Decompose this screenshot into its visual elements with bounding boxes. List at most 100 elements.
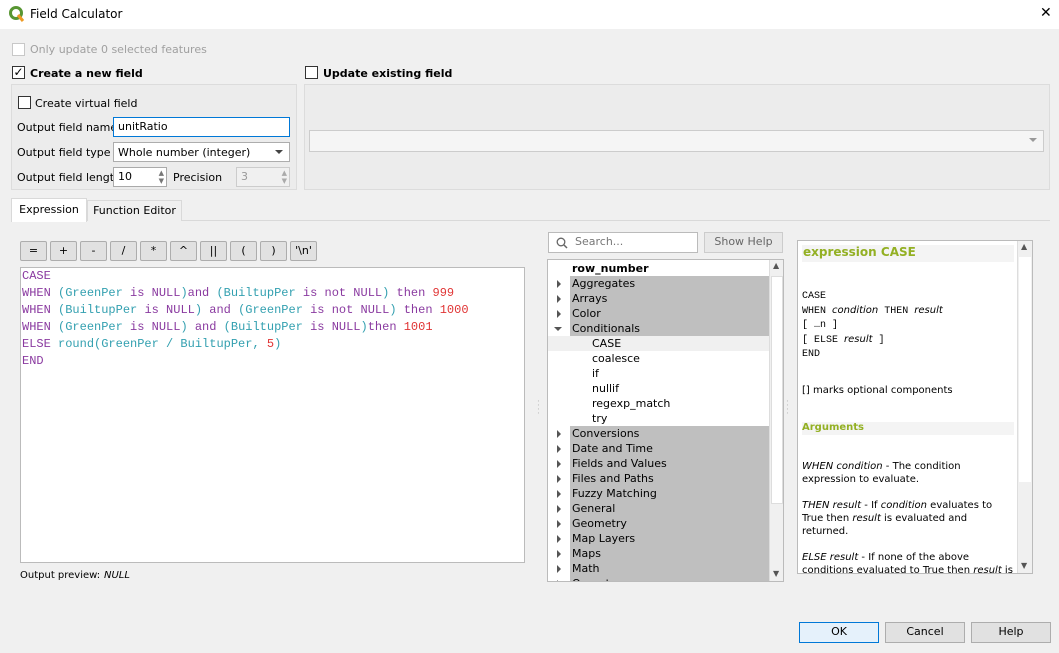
tree-group[interactable]: Aggregates [557,276,769,291]
tree-group[interactable]: Fields and Values [557,456,769,471]
chevron-right-icon[interactable] [557,505,561,513]
operator-button[interactable]: ) [260,241,287,261]
ok-button[interactable]: OK [799,622,879,643]
tree-group[interactable]: Fuzzy Matching [557,486,769,501]
help-scrollbar[interactable]: ▲ ▼ [1017,241,1032,573]
update-existing-checkbox[interactable] [305,66,318,79]
code-token: 1001 [403,320,433,334]
chevron-right-icon[interactable] [557,280,561,288]
scroll-up-icon[interactable]: ▲ [773,261,779,270]
tree-group[interactable]: Date and Time [557,441,769,456]
scroll-down-icon[interactable]: ▼ [773,569,779,578]
precision-value: 3 [241,170,248,183]
chevron-right-icon[interactable] [557,310,561,318]
tab-function-editor[interactable]: Function Editor [87,200,182,221]
close-icon[interactable]: ✕ [1040,5,1052,21]
tree-group[interactable]: Arrays [557,291,769,306]
virtual-field-checkbox[interactable] [18,96,31,109]
code-token: ) [274,337,282,351]
scroll-up-icon[interactable]: ▲ [1021,242,1027,251]
operator-button[interactable]: - [80,241,107,261]
tree-function-item[interactable]: nullif [548,381,769,396]
chevron-right-icon[interactable] [557,430,561,438]
tree-group[interactable]: Geometry [557,516,769,531]
tree-scroll-thumb[interactable] [771,276,783,504]
tree-group-conditionals[interactable]: Conditionals [554,321,769,336]
chevron-right-icon[interactable] [557,565,561,573]
tree-group[interactable]: Map Layers [557,531,769,546]
create-new-field-checkbox[interactable]: ✓ [12,66,25,79]
chevron-down-icon[interactable] [554,327,562,331]
tree-group[interactable]: Operators [557,576,769,581]
chevron-right-icon[interactable] [557,490,561,498]
output-field-length-spinner[interactable]: 10 ▲ ▼ [113,167,167,187]
precision-spinner[interactable]: 3 ▲ ▼ [236,167,290,187]
tree-function-item-label: coalesce [592,352,640,365]
tree-function-item[interactable]: coalesce [548,351,769,366]
chevron-right-icon[interactable] [557,520,561,528]
tree-group[interactable]: Maps [557,546,769,561]
operator-button[interactable]: ( [230,241,257,261]
tree-group-conditionals-label: Conditionals [572,322,641,335]
show-help-button[interactable]: Show Help [704,232,783,253]
spin-arrows-icon[interactable]: ▲ ▼ [282,169,287,185]
operator-button[interactable]: || [200,241,227,261]
tree-group-label: Files and Paths [572,472,654,485]
precision-label: Precision [173,171,223,184]
scroll-down-icon[interactable]: ▼ [1021,561,1027,570]
chevron-right-icon[interactable] [557,535,561,543]
chevron-right-icon[interactable] [557,295,561,303]
operator-button[interactable]: '\n' [290,241,317,261]
tree-group-label: Fields and Values [572,457,667,470]
virtual-field-label: Create virtual field [35,97,138,110]
syntax-part: WHEN [802,306,833,317]
code-token: is NULL [144,303,195,317]
chevron-right-icon[interactable] [557,475,561,483]
operator-button[interactable]: / [110,241,137,261]
spin-arrows-icon[interactable]: ▲ ▼ [159,169,164,185]
code-token: and [194,320,224,334]
help-scroll-thumb[interactable] [1019,257,1031,482]
tree-group[interactable]: Color [557,306,769,321]
tree-function-item-label: CASE [592,337,622,350]
tree-group[interactable]: Files and Paths [557,471,769,486]
tab-expression[interactable]: Expression [11,198,87,222]
existing-field-combo[interactable] [309,130,1044,152]
cancel-button[interactable]: Cancel [885,622,965,643]
output-field-name-input[interactable]: unitRatio [113,117,290,137]
tree-function-item[interactable]: regexp_match [548,396,769,411]
chevron-right-icon[interactable] [557,445,561,453]
splitter-handle[interactable]: · · · · [786,398,789,419]
tree-function-item[interactable]: CASE [548,336,769,351]
argument-part: - If [861,500,881,511]
operator-button[interactable]: + [50,241,77,261]
tree-item-row-number[interactable]: row_number [548,261,769,276]
search-input[interactable]: Search... [548,232,698,253]
operator-button[interactable]: ^ [170,241,197,261]
window-title: Field Calculator [30,7,123,21]
tree-group[interactable]: Conversions [557,426,769,441]
operator-button[interactable]: = [20,241,47,261]
output-field-type-combo[interactable]: Whole number (integer) [113,142,290,162]
search-placeholder: Search... [575,235,624,248]
chevron-right-icon[interactable] [557,460,561,468]
code-token: END [22,354,44,368]
help-button[interactable]: Help [971,622,1051,643]
tree-function-item-label: try [592,412,608,425]
only-update-checkbox[interactable] [12,43,25,56]
chevron-right-icon[interactable] [557,550,561,558]
code-token: is not NULL [310,303,390,317]
tree-group[interactable]: General [557,501,769,516]
chevron-right-icon[interactable] [557,580,561,581]
code-token: (GreenPer [238,303,311,317]
output-preview-value: NULL [104,570,130,581]
code-token: 999 [432,286,455,300]
tree-group[interactable]: Math [557,561,769,576]
tree-group-label: Map Layers [572,532,636,545]
tree-function-item[interactable]: if [548,366,769,381]
tree-function-item[interactable]: try [548,411,769,426]
expression-editor[interactable]: CASE WHEN (GreenPer is NULL)and (BuiltupP… [20,267,525,563]
operator-button[interactable]: * [140,241,167,261]
tree-scrollbar[interactable]: ▲ ▼ [769,260,783,581]
splitter-handle[interactable]: · · · · [537,398,540,419]
